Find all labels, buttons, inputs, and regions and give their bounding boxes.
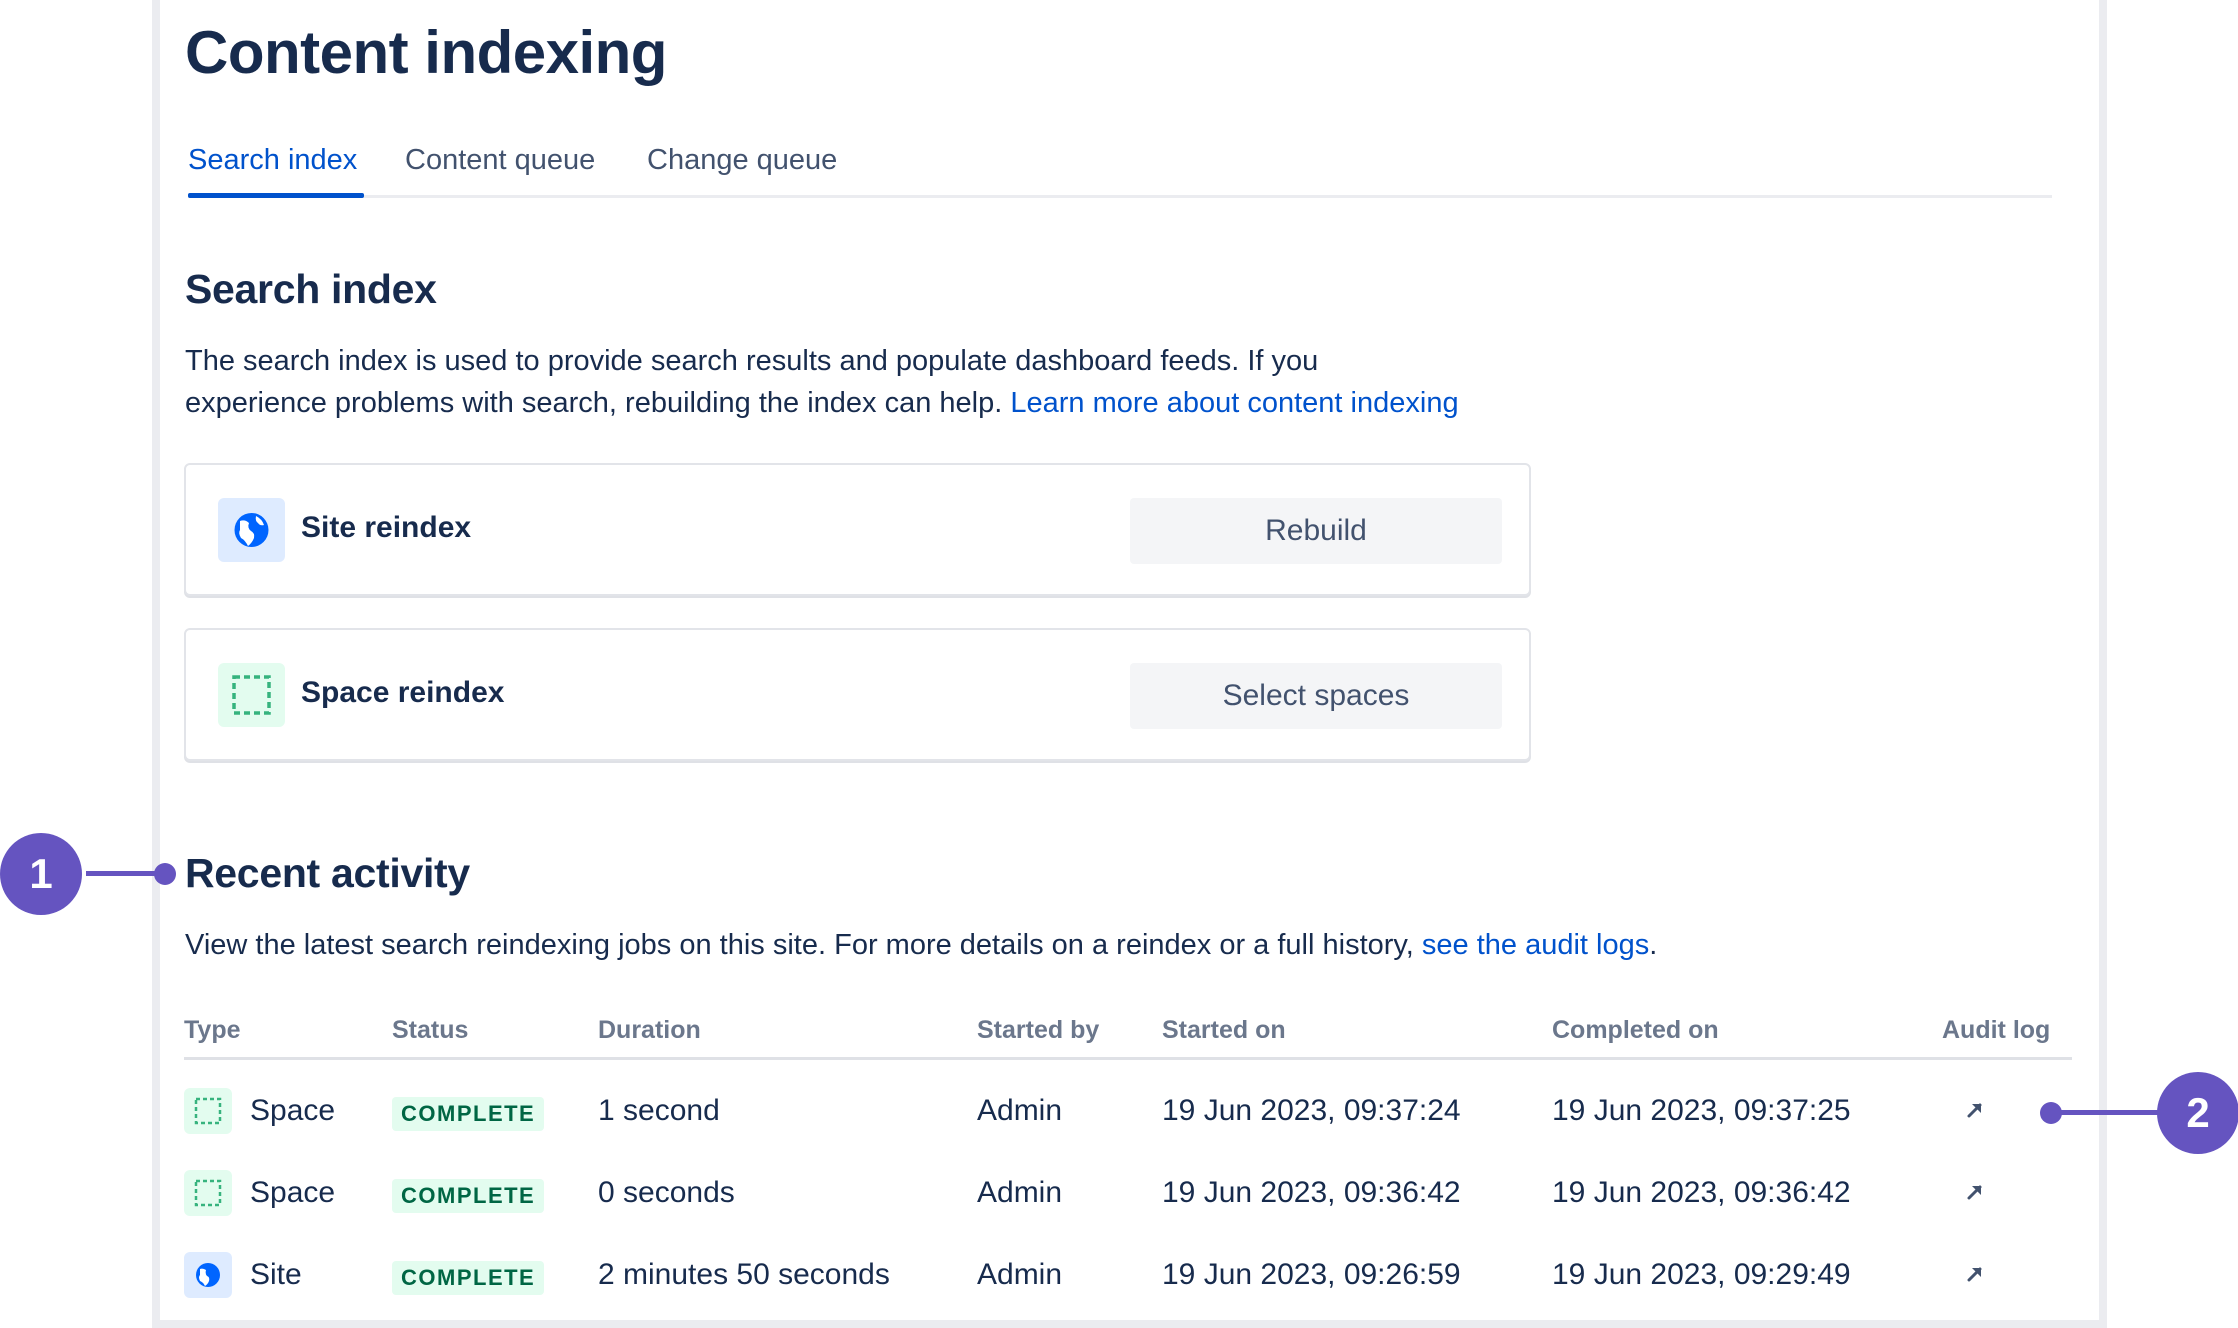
row-started-on: 19 Jun 2023, 09:37:24 [1162,1094,1461,1127]
row-duration: 2 minutes 50 seconds [598,1258,890,1291]
row-completed-on: 19 Jun 2023, 09:36:42 [1552,1176,1851,1209]
row-started-by: Admin [977,1176,1063,1209]
col-started-by: Started by [977,1016,1100,1044]
arrow-up-right-icon[interactable] [1960,1095,1990,1125]
recent-activity-heading: Recent activity [185,850,470,896]
callout-dot-1 [154,863,176,885]
rebuild-button[interactable]: Rebuild [1130,498,1502,564]
tab-search-index[interactable]: Search index [188,144,357,177]
description-period: . [1649,929,1658,961]
globe-icon [184,1252,232,1298]
site-reindex-label: Site reindex [301,511,472,544]
status-badge: COMPLETE [392,1179,545,1213]
table-row: Space COMPLETE 1 second Admin 19 Jun 202… [184,1070,2072,1152]
callout-badge-2: 2 [2157,1072,2238,1154]
recent-activity-text: View the latest search reindexing jobs o… [185,929,1414,961]
space-reindex-card: Space reindex Select spaces [184,628,1531,761]
description-line-2: experience problems with search, rebuild… [185,387,1003,419]
callout-dot-2 [2040,1102,2062,1124]
audit-logs-link[interactable]: see the audit logs [1422,929,1649,961]
col-status: Status [392,1016,469,1044]
row-completed-on: 19 Jun 2023, 09:29:49 [1552,1258,1851,1291]
callout-badge-1: 1 [0,833,82,915]
page-title: Content indexing [185,19,667,86]
arrow-up-right-icon[interactable] [1960,1259,1990,1289]
search-index-heading: Search index [185,266,437,312]
row-duration: 0 seconds [598,1176,735,1209]
row-type: Site [250,1258,302,1291]
row-type: Space [250,1094,336,1127]
tab-change-queue[interactable]: Change queue [647,144,837,177]
status-badge: COMPLETE [392,1261,545,1295]
space-icon [218,663,285,727]
space-icon [184,1170,232,1216]
tab-bar: Search index Content queue Change queue [188,140,2052,198]
description-line-1: The search index is used to provide sear… [185,345,1319,377]
table-row: Site COMPLETE 2 minutes 50 seconds Admin… [184,1234,2072,1316]
row-type: Space [250,1176,336,1209]
tab-content-queue[interactable]: Content queue [405,144,595,177]
select-spaces-button[interactable]: Select spaces [1130,663,1502,729]
learn-more-link[interactable]: Learn more about content indexing [1010,387,1458,419]
space-reindex-label: Space reindex [301,676,505,709]
status-badge: COMPLETE [392,1097,545,1131]
row-started-by: Admin [977,1094,1063,1127]
table-header: Type Status Duration Started by Started … [184,1010,2072,1060]
globe-icon [218,498,285,562]
active-tab-indicator [188,193,364,198]
col-duration: Duration [598,1016,701,1044]
col-type: Type [184,1016,241,1044]
callout-line-2 [2052,1110,2160,1115]
row-started-on: 19 Jun 2023, 09:36:42 [1162,1176,1461,1209]
table-row: Space COMPLETE 0 seconds Admin 19 Jun 20… [184,1152,2072,1234]
col-started-on: Started on [1162,1016,1286,1044]
search-index-description: The search index is used to provide sear… [185,340,1605,424]
row-completed-on: 19 Jun 2023, 09:37:25 [1552,1094,1851,1127]
space-icon [184,1088,232,1134]
row-duration: 1 second [598,1094,720,1127]
arrow-up-right-icon[interactable] [1960,1177,1990,1207]
site-reindex-card: Site reindex Rebuild [184,463,1531,596]
col-completed-on: Completed on [1552,1016,1719,1044]
row-started-on: 19 Jun 2023, 09:26:59 [1162,1258,1461,1291]
col-audit-log: Audit log [1942,1016,2051,1044]
callout-line-1 [86,871,162,876]
row-started-by: Admin [977,1258,1063,1291]
recent-activity-description: View the latest search reindexing jobs o… [185,924,1985,966]
